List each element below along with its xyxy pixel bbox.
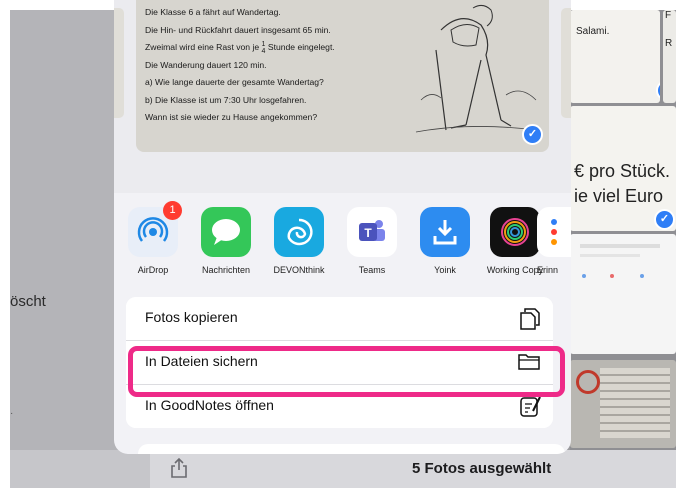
share-app-yoink[interactable]: Yoink — [409, 207, 481, 275]
photo-thumbnail[interactable]: € pro Stück. ie viel Euro ✓ — [570, 106, 676, 231]
preview-line: a) Wie lange dauerte der gesamte Wandert… — [145, 77, 324, 87]
preview-line: Die Wanderung dauert 120 min. — [145, 59, 267, 70]
photo-thumbnail[interactable]: Salami. ✓ — [570, 10, 660, 103]
action-copy-photos[interactable]: Fotos kopieren — [126, 297, 553, 341]
fraction-numerator: 1 — [261, 40, 266, 48]
devonthink-icon — [274, 207, 324, 257]
photo-grid-right: Salami. ✓ F R € pro Stück. ie viel Euro … — [570, 10, 676, 488]
thumbnail-edge-letter: F — [665, 10, 672, 21]
preview-line-text: Stunde eingelegt. — [267, 42, 335, 52]
fraction-denominator: 4 — [261, 47, 266, 55]
preview-text-block: Die Klasse 6 a fährt auf Wandertag. Die … — [145, 4, 335, 127]
bottom-toolbar: 5 Fotos ausgewählt — [10, 450, 676, 488]
action-label: Fotos kopieren — [145, 309, 238, 325]
preview-area: Die Klasse 6 a fährt auf Wandertag. Die … — [114, 0, 571, 193]
copy-icon — [519, 307, 541, 336]
app-label: Nachrichten — [201, 265, 251, 275]
airdrop-icon: 1 — [128, 201, 182, 257]
selection-count: 5 Fotos ausgewählt — [412, 460, 552, 477]
thumbnail-text: € pro Stück. — [574, 161, 671, 181]
preview-line-fraction: Zweimal wird eine Rast von je 1 4 Stunde… — [145, 39, 335, 57]
selected-check-icon: ✓ — [656, 80, 660, 101]
svg-text:T: T — [364, 226, 372, 240]
reminders-icon — [537, 207, 571, 257]
app-label: Yoink — [434, 265, 456, 275]
sidebar-mark: · — [10, 408, 14, 419]
hiker-sketch-icon — [415, 4, 537, 133]
share-app-teams[interactable]: T Teams — [336, 207, 408, 275]
yoink-icon — [420, 207, 470, 257]
notification-badge: 1 — [163, 201, 182, 220]
selected-check-icon: ✓ — [654, 209, 675, 230]
goodnotes-icon — [519, 395, 541, 424]
messages-icon — [201, 207, 251, 257]
sidebar: öscht · — [10, 10, 128, 488]
photo-thumbnail-edge[interactable]: F R — [663, 10, 676, 103]
working-copy-icon — [490, 207, 540, 257]
share-app-reminders[interactable]: Erinn — [534, 207, 571, 275]
share-app-devonthink[interactable]: DEVONthink — [263, 207, 335, 275]
photo-thumbnail[interactable] — [570, 234, 676, 354]
share-icon[interactable] — [170, 457, 188, 484]
preview-side-left — [114, 8, 124, 118]
sidebar-item-label[interactable]: öscht — [10, 293, 46, 310]
photo-thumbnail[interactable] — [570, 360, 676, 448]
highlight-frame — [128, 346, 565, 397]
bottom-toolbar-left — [10, 450, 150, 488]
app-label: DEVONthink — [273, 265, 325, 275]
preview-line: Die Klasse 6 a fährt auf Wandertag. — [145, 7, 281, 17]
fraction: 1 4 — [262, 41, 266, 55]
preview-line: Wann ist sie wieder zu Hause angekommen? — [145, 112, 318, 122]
thumbnail-text: Salami. — [576, 26, 610, 37]
teams-icon: T — [347, 207, 397, 257]
thumbnail-edge-letter: R — [665, 38, 673, 49]
preview-line-text: Zweimal wird eine Rast von je — [145, 42, 260, 52]
thumbnail-text: ie viel Euro — [574, 186, 664, 206]
share-app-messages[interactable]: Nachrichten — [190, 207, 262, 275]
app-label: AirDrop — [137, 265, 169, 275]
action-label: In GoodNotes öffnen — [145, 397, 274, 413]
preview-side-right — [561, 8, 571, 118]
preview-line: b) Die Klasse ist um 7:30 Uhr losgefahre… — [145, 94, 307, 105]
share-app-airdrop[interactable]: 1 AirDrop — [117, 201, 189, 275]
share-apps-row: 1 AirDrop Nachrichten DEVONthink T Teams… — [114, 193, 571, 291]
selected-check-icon: ✓ — [522, 124, 543, 145]
app-label: Erinn — [537, 265, 559, 275]
preview-line: Die Hin- und Rückfahrt dauert insgesamt … — [145, 24, 331, 35]
action-group-partial — [138, 444, 565, 454]
app-label: Teams — [358, 265, 386, 275]
photo-preview[interactable]: Die Klasse 6 a fährt auf Wandertag. Die … — [136, 0, 549, 152]
